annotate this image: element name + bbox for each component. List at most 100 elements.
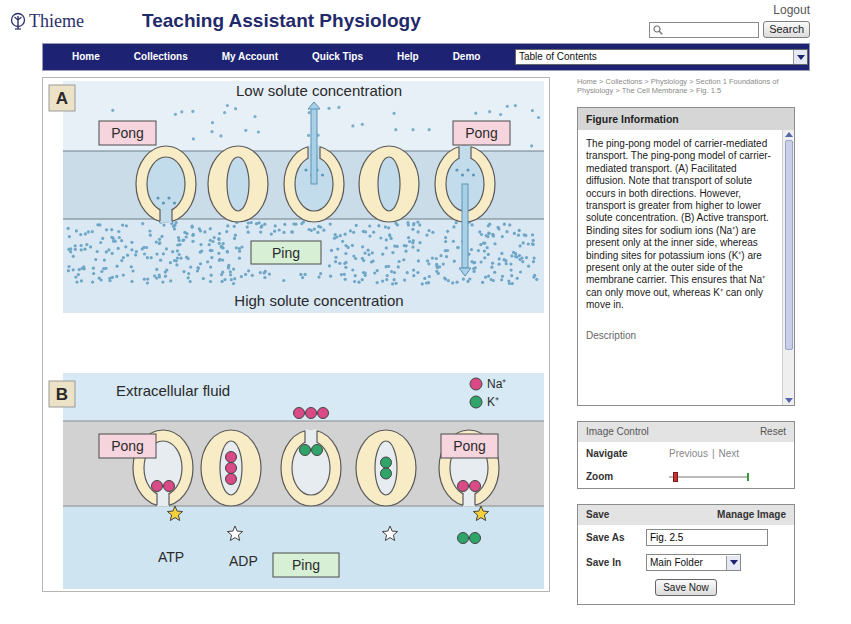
figure-image: Pong Pong Ping Low solute concentration High… [43,78,549,591]
transport-arrow [459,184,471,276]
link-separator: | [712,446,715,461]
panel-b-letter: B [49,381,75,407]
scroll-up-icon[interactable] [785,132,793,137]
thieme-logo[interactable]: Thieme [10,12,142,32]
panel-a-top-text: Low solute concentration [236,82,402,99]
toc-select[interactable]: Table of Contents [515,49,808,65]
scrollbar[interactable] [782,130,794,405]
nav-item[interactable]: Help [380,50,436,64]
carrier [439,430,499,507]
ion [300,445,311,456]
panel-a: Pong Pong Ping Low solute concentration High… [49,81,544,313]
pong-label: Pong [441,434,498,458]
next-link[interactable]: Next [719,446,740,461]
ping-label-text: Ping [292,557,320,573]
panel-a-letter-text: A [56,89,68,108]
search-field[interactable] [649,22,759,38]
previous-link[interactable]: Previous [669,446,708,461]
carrier [359,146,419,222]
pong-label-text: Pong [453,438,486,454]
image-control-title: Image Control [586,425,649,439]
nav-item[interactable]: Home [55,50,117,64]
save-title: Save [586,508,609,522]
dropdown-arrow-icon [793,50,807,64]
carrier [281,429,341,506]
ion [470,481,481,492]
ion [470,533,481,544]
nav-item[interactable]: Demo [436,50,498,64]
pong-label: Pong [99,121,156,145]
reset-link[interactable]: Reset [760,425,786,439]
star-icon [167,506,182,521]
logout-link[interactable]: Logout [773,3,810,17]
ping-label-text: Ping [272,245,300,261]
scroll-down-icon[interactable] [785,398,793,403]
ion [152,481,163,492]
side-panel: Home > Collections > Physiology > Sectio… [577,77,795,605]
save-in-value: Main Folder [647,556,726,570]
ion [458,481,469,492]
zoom-slider[interactable] [669,471,749,483]
toc-select-text: Table of Contents [516,50,793,64]
star-icon [473,506,488,521]
figure-info-title: Figure Information [578,108,794,130]
manage-image-link[interactable]: Manage Image [717,508,786,522]
ping-label: Ping [273,553,339,577]
search-button[interactable]: Search [763,21,810,38]
ion [312,445,323,456]
zoom-thumb[interactable] [673,472,678,482]
ion [458,533,469,544]
scroll-thumb[interactable] [785,140,793,350]
pong-label: Pong [99,434,156,458]
zoom-label: Zoom [586,469,669,484]
logo-text: Thieme [29,12,84,32]
app-title: Teaching Assistant Physiology [142,10,421,33]
header: Thieme Teaching Assistant Physiology Log… [0,0,851,43]
save-box: Save Manage Image Save As Save In Main F… [577,504,795,605]
ion-dot [470,378,482,390]
carrier [356,430,416,506]
zoom-max-mark [747,473,749,481]
ion [226,452,237,463]
nav-items: HomeCollectionsMy AccountQuick TipsHelpD… [55,50,497,64]
ion [306,408,317,419]
navigate-label: Navigate [586,446,669,461]
dropdown-arrow-icon [726,556,740,570]
save-now-button[interactable]: Save Now [655,579,717,596]
magnifier-icon [653,25,663,35]
pong-label-text: Pong [465,125,498,141]
tree-logo-icon [10,12,26,30]
ion [381,468,392,479]
ion-dot [470,396,482,408]
search-input[interactable] [663,23,758,37]
ion [164,481,175,492]
save-in-select[interactable]: Main Folder [646,554,741,571]
save-as-input[interactable] [646,529,768,546]
legend-item: K⁺ [470,395,499,409]
star-icon [382,526,397,541]
nav-item[interactable]: My Account [205,50,295,64]
adp-label: ADP [229,553,258,569]
panel-b-letter-text: B [56,385,68,404]
carrier [136,146,196,223]
figure-viewer: Pong Pong Ping Low solute concentration High… [42,77,550,592]
image-control-box: Image Control Reset Navigate Previous | … [577,421,795,489]
ion [294,408,305,419]
save-as-label: Save As [586,530,646,545]
panel-a-bottom-text: High solute concentration [234,292,403,309]
pong-label: Pong [453,121,510,145]
panel-b-top-text: Extracellular fluid [116,382,230,399]
nav-item[interactable]: Collections [117,50,205,64]
star-icon [227,526,242,541]
breadcrumb[interactable]: Home > Collections > Physiology > Sectio… [577,77,795,107]
legend-label: Na⁺ [487,377,506,391]
panel-a-letter: A [49,85,75,111]
main-nav: HomeCollectionsMy AccountQuick TipsHelpD… [42,43,810,71]
figure-info-box: Figure Information The ping-pong model o… [577,107,795,406]
figure-info-body: The ping-pong model of carrier-mediated … [578,130,794,405]
legend-item: Na⁺ [470,377,506,391]
figure-info-text: The ping-pong model of carrier-mediated … [586,138,777,312]
carrier [201,430,261,506]
ion [318,408,329,419]
nav-item[interactable]: Quick Tips [295,50,380,64]
